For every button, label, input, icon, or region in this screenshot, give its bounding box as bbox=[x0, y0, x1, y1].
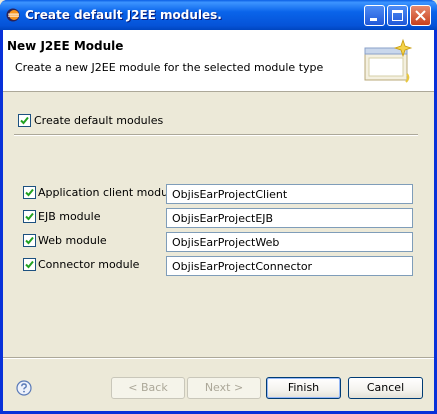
checkmark-icon bbox=[25, 260, 34, 269]
button-bar-separator bbox=[3, 357, 434, 359]
separator bbox=[14, 134, 418, 136]
back-button[interactable]: < Back bbox=[111, 377, 185, 399]
module-name-input-connector[interactable]: ObjisEarProjectConnector bbox=[166, 256, 413, 276]
minimize-button[interactable] bbox=[364, 5, 385, 26]
eclipse-icon bbox=[6, 8, 20, 22]
window-title: Create default J2EE modules. bbox=[25, 8, 222, 22]
cancel-button[interactable]: Cancel bbox=[348, 377, 423, 399]
module-name-input-web[interactable]: ObjisEarProjectWeb bbox=[166, 232, 413, 252]
dialog-window: Create default J2EE modules. New J2EE Mo… bbox=[0, 0, 437, 414]
page-title: New J2EE Module bbox=[7, 39, 124, 53]
next-button[interactable]: Next > bbox=[187, 377, 261, 399]
wizard-banner: New J2EE Module Create a new J2EE module… bbox=[3, 30, 434, 92]
checkmark-icon bbox=[25, 212, 34, 221]
close-button[interactable] bbox=[410, 5, 431, 26]
checkmark-icon bbox=[20, 116, 29, 125]
module-name-input-ejb[interactable]: ObjisEarProjectEJB bbox=[166, 208, 413, 228]
module-label-web[interactable]: Web module bbox=[38, 234, 107, 247]
title-bar[interactable]: Create default J2EE modules. bbox=[0, 0, 437, 30]
help-icon[interactable] bbox=[16, 380, 32, 396]
module-checkbox-connector[interactable] bbox=[23, 258, 36, 271]
maximize-icon bbox=[392, 10, 403, 21]
maximize-button[interactable] bbox=[387, 5, 408, 26]
module-checkbox-web[interactable] bbox=[23, 234, 36, 247]
wizard-banner-icon bbox=[364, 38, 413, 83]
close-icon bbox=[415, 10, 426, 21]
create-default-label[interactable]: Create default modules bbox=[34, 114, 163, 127]
checkmark-icon bbox=[25, 236, 34, 245]
page-description: Create a new J2EE module for the selecte… bbox=[15, 61, 324, 74]
module-label-ejb[interactable]: EJB module bbox=[38, 210, 100, 223]
minimize-icon bbox=[370, 18, 377, 21]
dialog-content: New J2EE Module Create a new J2EE module… bbox=[3, 30, 434, 411]
checkmark-icon bbox=[25, 188, 34, 197]
module-checkbox-application-client[interactable] bbox=[23, 186, 36, 199]
module-name-input-application-client[interactable]: ObjisEarProjectClient bbox=[166, 184, 413, 204]
module-checkbox-ejb[interactable] bbox=[23, 210, 36, 223]
module-label-application-client[interactable]: Application client module bbox=[38, 186, 178, 199]
create-default-checkbox[interactable] bbox=[18, 114, 31, 127]
module-label-connector[interactable]: Connector module bbox=[38, 258, 139, 271]
finish-button[interactable]: Finish bbox=[266, 377, 341, 399]
